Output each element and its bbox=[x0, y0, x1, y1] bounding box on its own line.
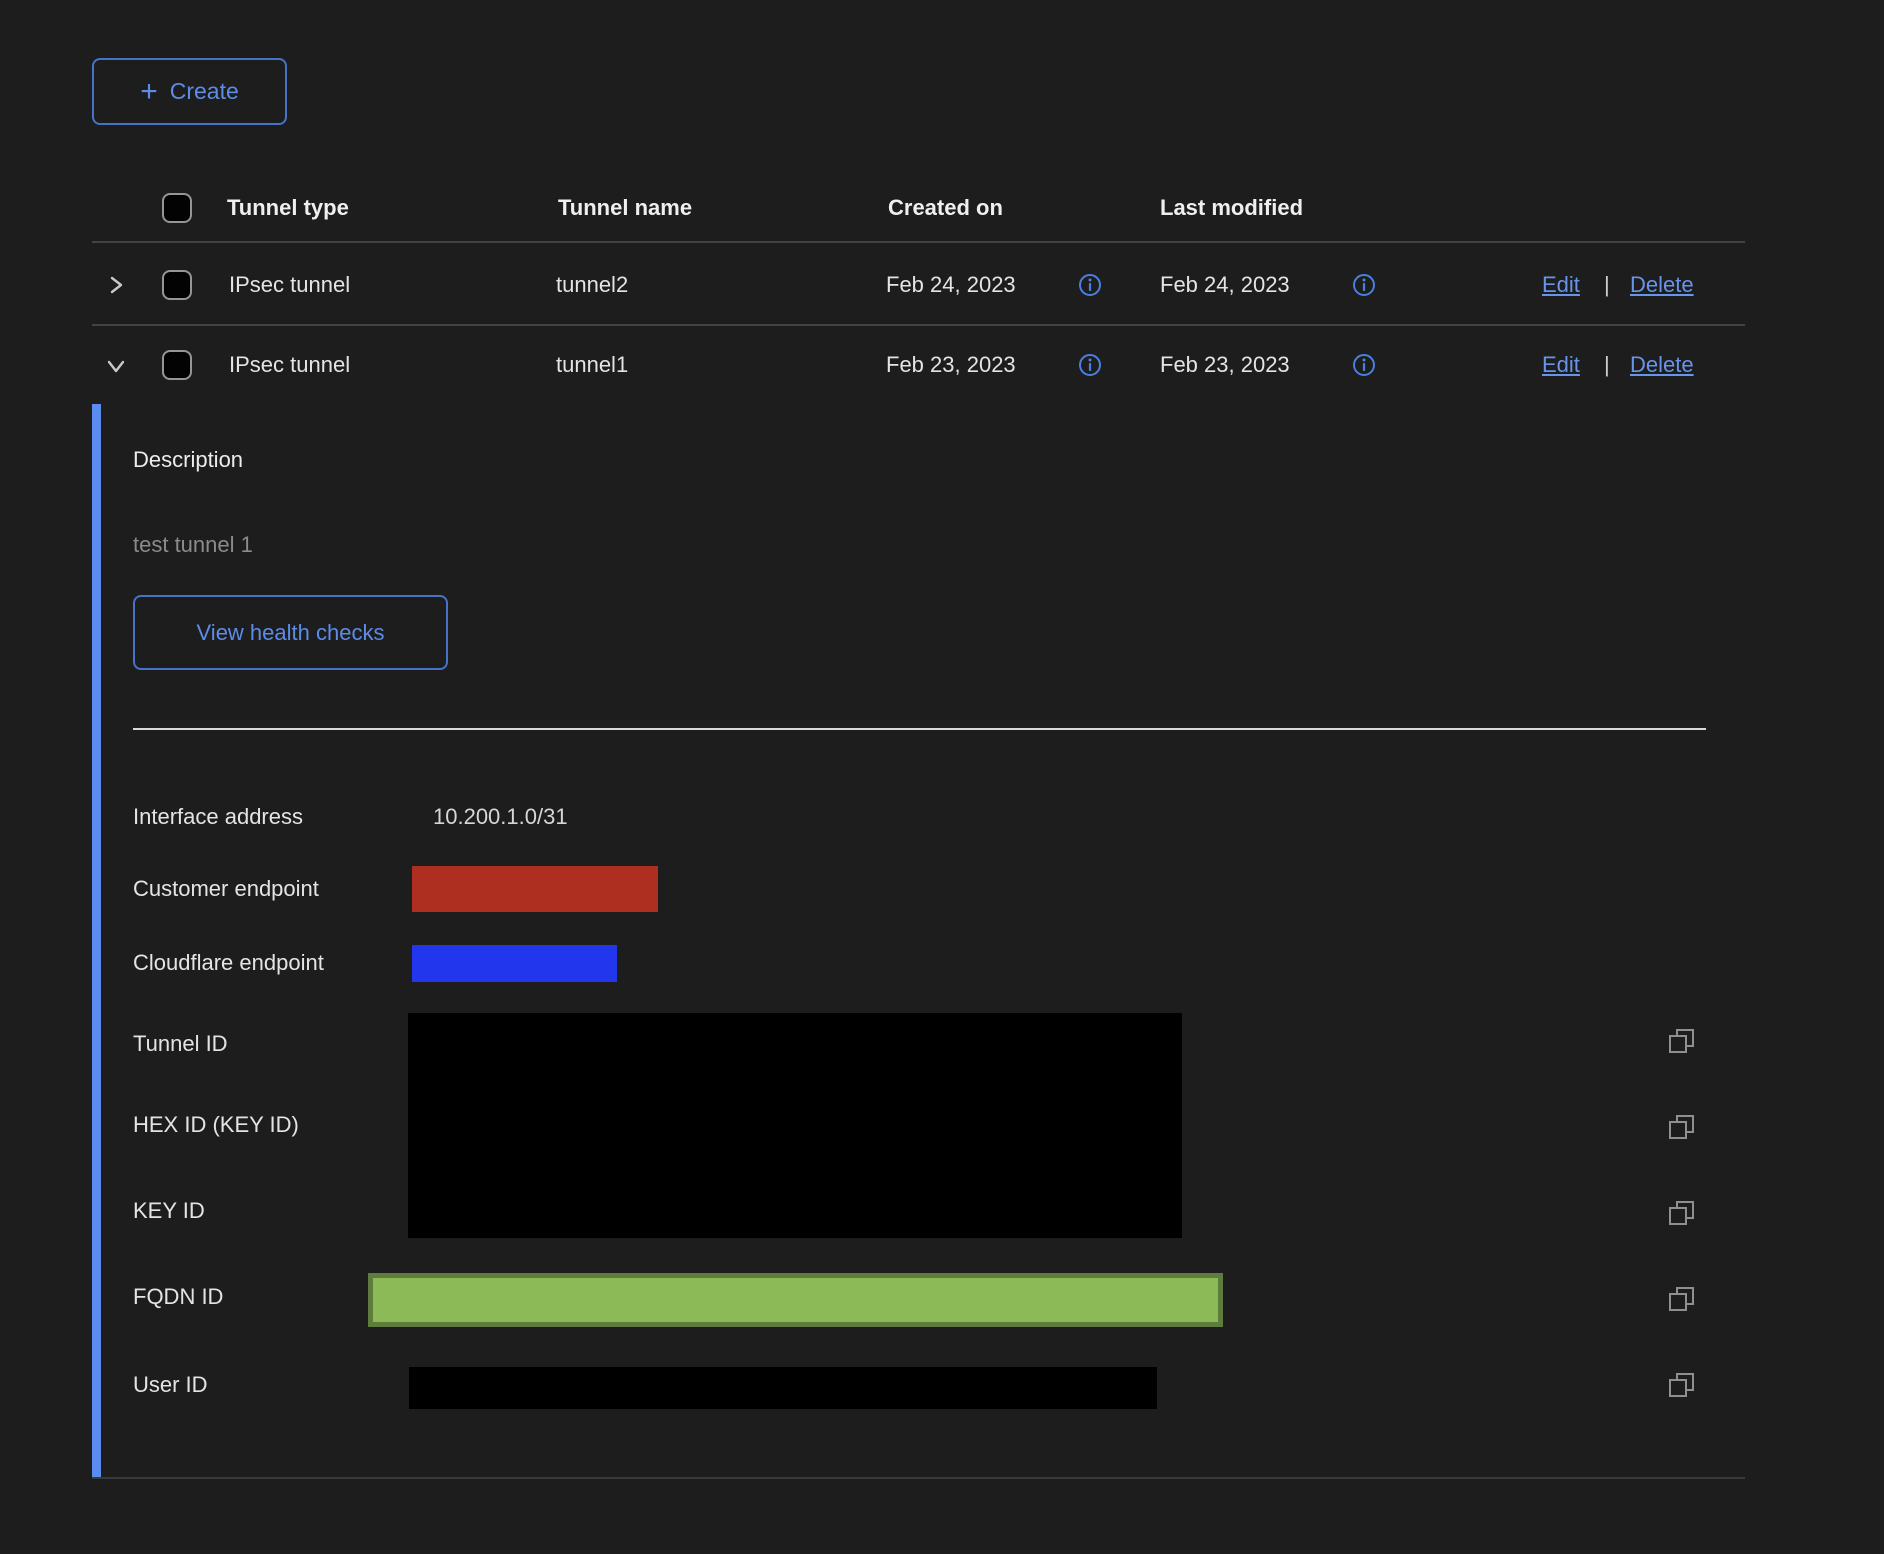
tunnel-type-cell: IPsec tunnel bbox=[229, 272, 350, 298]
field-label-fqdn-id: FQDN ID bbox=[133, 1284, 223, 1310]
row-checkbox[interactable] bbox=[162, 350, 192, 380]
field-label-key-id: KEY ID bbox=[133, 1198, 205, 1224]
select-all-checkbox[interactable] bbox=[162, 193, 192, 223]
edit-link[interactable]: Edit bbox=[1542, 352, 1580, 378]
column-header-tunnel-type: Tunnel type bbox=[227, 195, 349, 221]
description-value: test tunnel 1 bbox=[133, 532, 253, 558]
field-label-interface-address: Interface address bbox=[133, 804, 303, 830]
redacted-cloudflare-endpoint bbox=[412, 945, 617, 982]
created-on-cell: Feb 23, 2023 bbox=[886, 352, 1016, 378]
section-divider bbox=[133, 728, 1706, 730]
info-icon[interactable] bbox=[1352, 353, 1376, 377]
created-on-cell: Feb 24, 2023 bbox=[886, 272, 1016, 298]
delete-link[interactable]: Delete bbox=[1630, 352, 1694, 378]
redacted-user-id bbox=[409, 1367, 1157, 1409]
create-button[interactable]: + Create bbox=[92, 58, 287, 125]
redacted-fqdn-id bbox=[368, 1273, 1223, 1327]
copy-icon[interactable] bbox=[1667, 1112, 1695, 1140]
field-label-customer-endpoint: Customer endpoint bbox=[133, 876, 319, 902]
divider bbox=[92, 241, 1745, 243]
field-label-user-id: User ID bbox=[133, 1372, 208, 1398]
column-header-created-on: Created on bbox=[888, 195, 1003, 221]
copy-icon[interactable] bbox=[1667, 1284, 1695, 1312]
column-header-tunnel-name: Tunnel name bbox=[558, 195, 692, 221]
redacted-tunnel-ids bbox=[408, 1013, 1182, 1238]
description-heading: Description bbox=[133, 447, 243, 473]
column-header-last-modified: Last modified bbox=[1160, 195, 1303, 221]
info-icon[interactable] bbox=[1078, 273, 1102, 297]
expanded-row-accent-bar bbox=[92, 404, 101, 1478]
field-label-hex-id: HEX ID (KEY ID) bbox=[133, 1112, 299, 1138]
field-value-interface-address: 10.200.1.0/31 bbox=[433, 804, 568, 830]
create-button-label: Create bbox=[170, 78, 239, 105]
copy-icon[interactable] bbox=[1667, 1198, 1695, 1226]
field-label-cloudflare-endpoint: Cloudflare endpoint bbox=[133, 950, 324, 976]
info-icon[interactable] bbox=[1352, 273, 1376, 297]
edit-link[interactable]: Edit bbox=[1542, 272, 1580, 298]
copy-icon[interactable] bbox=[1667, 1370, 1695, 1398]
plus-icon: + bbox=[140, 77, 158, 107]
divider bbox=[92, 1477, 1745, 1479]
last-modified-cell: Feb 24, 2023 bbox=[1160, 272, 1290, 298]
chevron-right-icon[interactable] bbox=[105, 274, 127, 296]
view-health-checks-button[interactable]: View health checks bbox=[133, 595, 448, 670]
copy-icon[interactable] bbox=[1667, 1026, 1695, 1054]
tunnel-type-cell: IPsec tunnel bbox=[229, 352, 350, 378]
row-checkbox[interactable] bbox=[162, 270, 192, 300]
field-label-tunnel-id: Tunnel ID bbox=[133, 1031, 228, 1057]
action-separator: | bbox=[1604, 352, 1610, 378]
action-separator: | bbox=[1604, 272, 1610, 298]
last-modified-cell: Feb 23, 2023 bbox=[1160, 352, 1290, 378]
redacted-customer-endpoint bbox=[412, 866, 658, 912]
delete-link[interactable]: Delete bbox=[1630, 272, 1694, 298]
info-icon[interactable] bbox=[1078, 353, 1102, 377]
tunnel-name-cell: tunnel2 bbox=[556, 272, 628, 298]
chevron-down-icon[interactable] bbox=[105, 355, 127, 377]
ipsec-tunnels-page: + Create Tunnel type Tunnel name Created… bbox=[0, 0, 1884, 1554]
divider bbox=[92, 324, 1745, 326]
tunnel-name-cell: tunnel1 bbox=[556, 352, 628, 378]
